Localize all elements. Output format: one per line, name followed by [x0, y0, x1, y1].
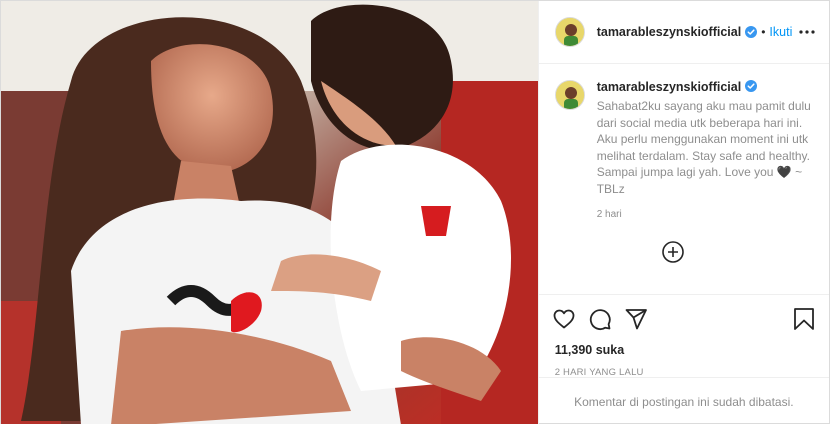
caption: tamarableszynskiofficial Sahabat2ku saya…	[554, 80, 813, 220]
verified-badge-icon	[745, 26, 758, 38]
paper-plane-icon[interactable]	[623, 306, 649, 332]
follow-button[interactable]: Ikuti	[769, 25, 792, 39]
post-header: tamarableszynskiofficial • Ikuti	[538, 1, 829, 64]
bookmark-icon[interactable]	[791, 306, 817, 332]
plus-circle-icon[interactable]	[661, 240, 685, 264]
action-icons	[551, 301, 817, 337]
comment-icon[interactable]	[587, 306, 613, 332]
caption-username[interactable]: tamarableszynskiofficial	[597, 80, 742, 94]
avatar-image	[555, 18, 584, 46]
caption-avatar[interactable]	[554, 80, 585, 110]
likes-count[interactable]: 11,390 suka	[551, 343, 817, 357]
heart-icon[interactable]	[551, 306, 577, 332]
caption-body: tamarableszynskiofficial Sahabat2ku saya…	[597, 80, 813, 220]
post-photo[interactable]	[1, 1, 538, 424]
instagram-post: tamarableszynskiofficial • Ikuti tamarab…	[0, 0, 830, 424]
header-username[interactable]: tamarableszynskiofficial	[597, 25, 742, 39]
avatar[interactable]	[554, 17, 585, 47]
caption-avatar-image	[555, 81, 584, 109]
caption-verified-badge-icon	[745, 80, 758, 92]
photo-illustration	[1, 1, 538, 424]
caption-time: 2 hari	[596, 209, 622, 220]
post-side-panel: tamarableszynskiofficial • Ikuti tamarab…	[537, 1, 829, 424]
comments-section: tamarableszynskiofficial Sahabat2ku saya…	[539, 64, 829, 294]
caption-text: Sahabat2ku sayang aku mau pamit dulu dar…	[596, 99, 811, 196]
comments-disabled-notice: Komentar di postingan ini sudah dibatasi…	[538, 377, 829, 424]
separator-dot: •	[761, 25, 766, 39]
more-horizontal-icon[interactable]	[797, 22, 817, 42]
